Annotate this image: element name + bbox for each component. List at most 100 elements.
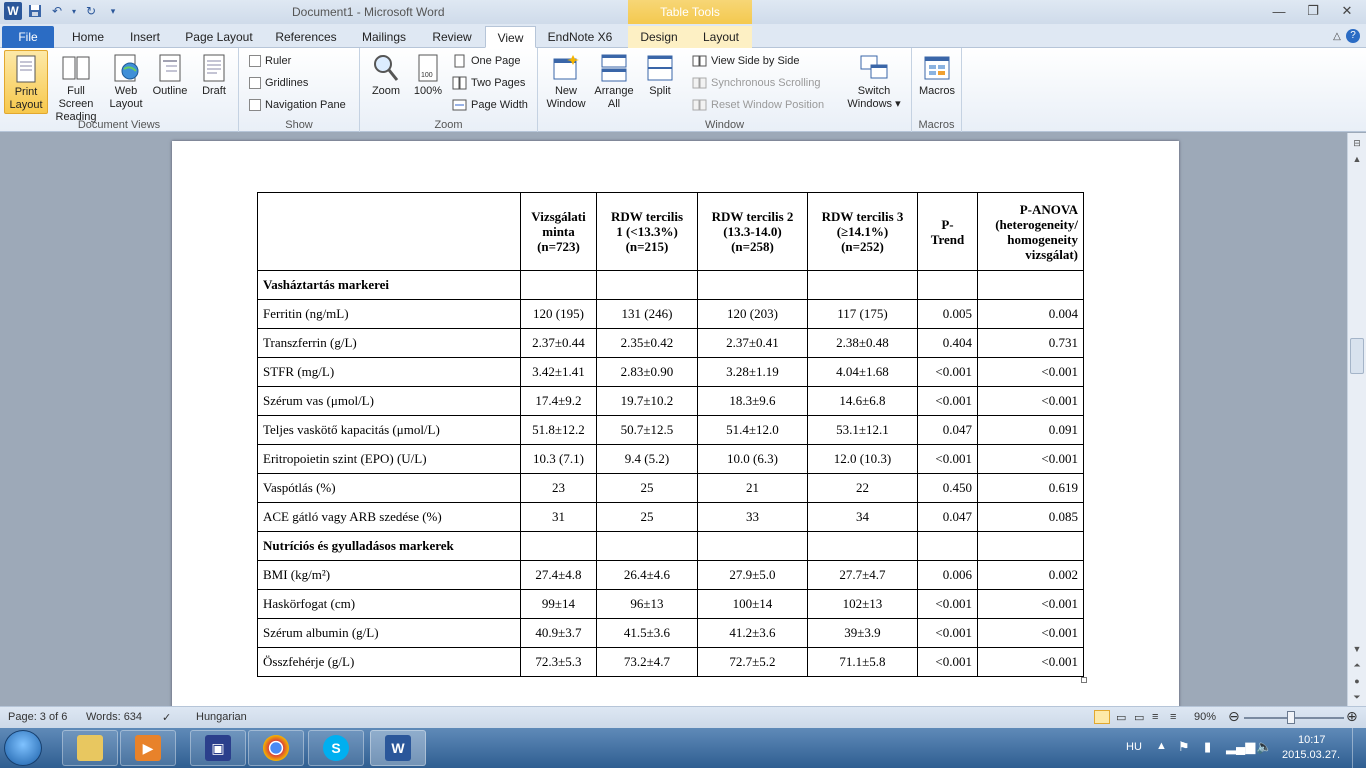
header-cell-label[interactable]	[257, 192, 521, 271]
customize-qat-icon[interactable]: ▾	[104, 2, 122, 20]
print-layout-button[interactable]: Print Layout	[4, 50, 48, 114]
cell-label[interactable]: Szérum albumin (g/L)	[257, 618, 521, 648]
zoom-level[interactable]: 90%	[1194, 711, 1216, 723]
select-browse-object-icon[interactable]: ●	[1349, 673, 1365, 689]
cell-tercile-3[interactable]: 22	[807, 473, 918, 503]
table-cell[interactable]	[520, 531, 597, 561]
cell-tercile-3[interactable]: 2.38±0.48	[807, 328, 918, 358]
header-cell-tercile-2[interactable]: RDW tercilis 2 (13.3-14.0) (n=258)	[697, 192, 808, 271]
cell-tercile-2[interactable]: 72.7±5.2	[697, 647, 808, 677]
cell-tercile-3[interactable]: 12.0 (10.3)	[807, 444, 918, 474]
view-side-by-side-button[interactable]: View Side by Side	[692, 51, 799, 71]
cell-p-anova[interactable]: <0.001	[977, 386, 1084, 416]
cell-tercile-2[interactable]: 27.9±5.0	[697, 560, 808, 590]
tab-page-layout[interactable]: Page Layout	[176, 26, 262, 48]
undo-dropdown-icon[interactable]: ▾	[70, 2, 78, 20]
page-count[interactable]: Page: 3 of 6	[8, 711, 67, 723]
minimize-icon[interactable]: —	[1264, 0, 1294, 22]
header-cell-sample[interactable]: Vizsgálati minta (n=723)	[520, 192, 597, 271]
start-button-icon[interactable]	[4, 730, 42, 766]
zoom-out-icon[interactable]: ⊖	[1228, 708, 1240, 725]
cell-label[interactable]: Transzferrin (g/L)	[257, 328, 521, 358]
show-desktop-button[interactable]	[1352, 728, 1366, 768]
cell-p-trend[interactable]: <0.001	[917, 647, 978, 677]
cell-p-trend[interactable]: <0.001	[917, 357, 978, 387]
tab-design[interactable]: Design	[628, 26, 690, 48]
clock-date[interactable]: 2015.03.27.	[1282, 749, 1340, 761]
cell-tercile-1[interactable]: 19.7±10.2	[596, 386, 698, 416]
cell-tercile-2[interactable]: 10.0 (6.3)	[697, 444, 808, 474]
gridlines-check-box[interactable]	[249, 77, 261, 89]
cell-tercile-1[interactable]: 96±13	[596, 589, 698, 619]
taskbar-save-app[interactable]: ▣	[190, 730, 246, 766]
ruler-check-box[interactable]	[249, 55, 261, 67]
switch-windows-button[interactable]: Switch Windows ▾	[844, 50, 904, 114]
cell-sample[interactable]: 23	[520, 473, 597, 503]
cell-p-trend[interactable]: 0.006	[917, 560, 978, 590]
tab-insert[interactable]: Insert	[118, 26, 172, 48]
header-cell-tercile-1[interactable]: RDW tercilis 1 (<13.3%) (n=215)	[596, 192, 698, 271]
two-pages-button[interactable]: Two Pages	[452, 73, 525, 93]
synchronous-scrolling-button[interactable]: Synchronous Scrolling	[692, 73, 820, 93]
tab-file[interactable]: File	[2, 26, 54, 48]
cell-tercile-1[interactable]: 25	[596, 473, 698, 503]
vertical-scrollbar[interactable]: ⊟ ▲ ▼ ⏶ ● ⏷	[1347, 133, 1366, 706]
macros-button[interactable]: Macros	[915, 50, 959, 114]
navigation-pane-checkbox[interactable]: Navigation Pane	[249, 95, 346, 115]
table-cell[interactable]	[596, 270, 698, 300]
cell-sample[interactable]: 3.42±1.41	[520, 357, 597, 387]
cell-label[interactable]: Szérum vas (μmol/L)	[257, 386, 521, 416]
cell-p-anova[interactable]: 0.002	[977, 560, 1084, 590]
cell-tercile-2[interactable]: 18.3±9.6	[697, 386, 808, 416]
table-cell[interactable]	[977, 270, 1084, 300]
table-cell[interactable]	[697, 531, 808, 561]
cell-p-anova[interactable]: <0.001	[977, 444, 1084, 474]
zoom-in-icon[interactable]: ⊕	[1346, 708, 1358, 725]
cell-label[interactable]: Vaspótlás (%)	[257, 473, 521, 503]
tray-expand-icon[interactable]: ▲	[1156, 740, 1167, 752]
ruler-checkbox[interactable]: Ruler	[249, 51, 291, 71]
volume-icon[interactable]: 🔈	[1256, 739, 1272, 755]
cell-p-anova[interactable]: 0.085	[977, 502, 1084, 532]
close-icon[interactable]: ✕	[1332, 0, 1362, 22]
cell-tercile-3[interactable]: 4.04±1.68	[807, 357, 918, 387]
taskbar-skype[interactable]: S	[308, 730, 364, 766]
cell-p-trend[interactable]: 0.047	[917, 502, 978, 532]
cell-p-trend[interactable]: <0.001	[917, 444, 978, 474]
word-count[interactable]: Words: 634	[86, 711, 142, 723]
table-cell[interactable]	[917, 531, 978, 561]
document-area[interactable]: Vizsgálati minta (n=723) RDW tercilis 1 (<13…	[0, 133, 1347, 706]
web-layout-button[interactable]: Web Layout	[104, 50, 148, 114]
scrollbar-thumb[interactable]	[1350, 338, 1364, 374]
next-page-icon[interactable]: ⏷	[1349, 689, 1365, 705]
tab-view[interactable]: View	[485, 26, 536, 48]
document-page[interactable]: Vizsgálati minta (n=723) RDW tercilis 1 (<13…	[172, 141, 1179, 706]
cell-sample[interactable]: 120 (195)	[520, 299, 597, 329]
cell-tercile-2[interactable]: 33	[697, 502, 808, 532]
cell-tercile-3[interactable]: 39±3.9	[807, 618, 918, 648]
help-icon[interactable]: ?	[1342, 25, 1364, 47]
cell-label[interactable]: STFR (mg/L)	[257, 357, 521, 387]
cell-sample[interactable]: 40.9±3.7	[520, 618, 597, 648]
cell-label[interactable]: Ferritin (ng/mL)	[257, 299, 521, 329]
cell-p-trend[interactable]: <0.001	[917, 589, 978, 619]
scroll-up-icon[interactable]: ▲	[1349, 151, 1365, 167]
cell-tercile-2[interactable]: 100±14	[697, 589, 808, 619]
cell-label[interactable]: Teljes vaskötő kapacitás (μmol/L)	[257, 415, 521, 445]
cell-sample[interactable]: 10.3 (7.1)	[520, 444, 597, 474]
split-button[interactable]: Split	[638, 50, 682, 114]
header-cell-p-trend[interactable]: P- Trend	[917, 192, 978, 271]
cell-p-anova[interactable]: <0.001	[977, 589, 1084, 619]
cell-tercile-1[interactable]: 50.7±12.5	[596, 415, 698, 445]
language-indicator[interactable]: Hungarian	[196, 711, 247, 723]
navigation-pane-check-box[interactable]	[249, 99, 261, 111]
table-cell[interactable]	[807, 531, 918, 561]
table-cell[interactable]	[917, 270, 978, 300]
cell-p-trend[interactable]: 0.047	[917, 415, 978, 445]
restore-icon[interactable]: ❐	[1298, 0, 1328, 22]
tab-endnote[interactable]: EndNote X6	[540, 26, 620, 48]
cell-tercile-1[interactable]: 2.35±0.42	[596, 328, 698, 358]
ruler-toggle-icon[interactable]: ⊟	[1349, 135, 1365, 151]
cell-label[interactable]: Összfehérje (g/L)	[257, 647, 521, 677]
cell-tercile-1[interactable]: 41.5±3.6	[596, 618, 698, 648]
